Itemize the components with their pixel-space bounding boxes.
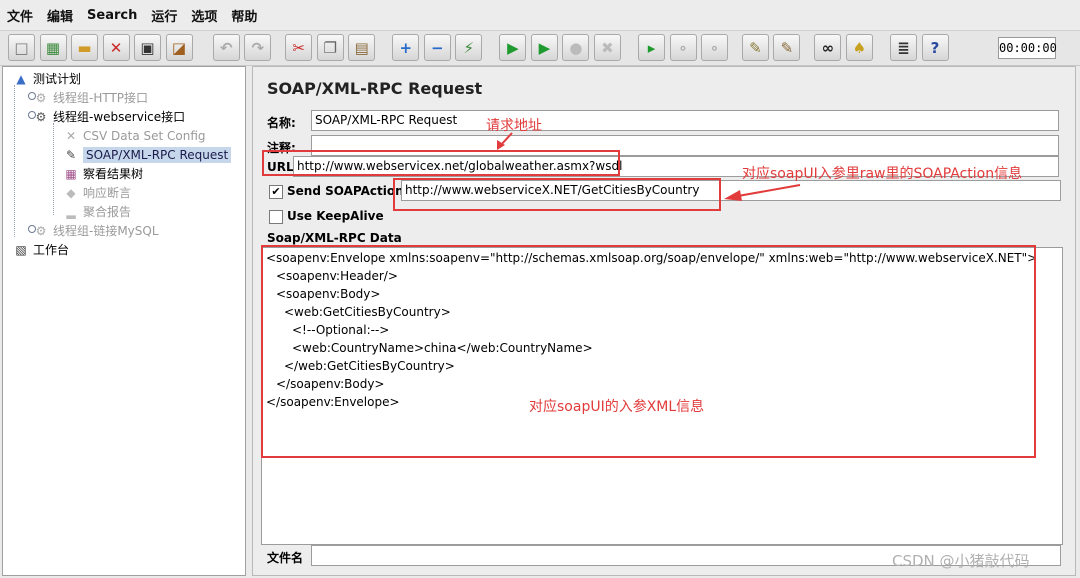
url-annotation: 请求地址 [486,118,542,134]
xml-annotation: 对应soapUI的入参XML信息 [529,399,705,415]
annotation-arrows [497,132,801,201]
soapaction-annotation: 对应soapUI入参里raw里的SOAPAction信息 [742,166,1023,182]
watermark: CSDN @小猪敲代码 [892,552,1030,570]
